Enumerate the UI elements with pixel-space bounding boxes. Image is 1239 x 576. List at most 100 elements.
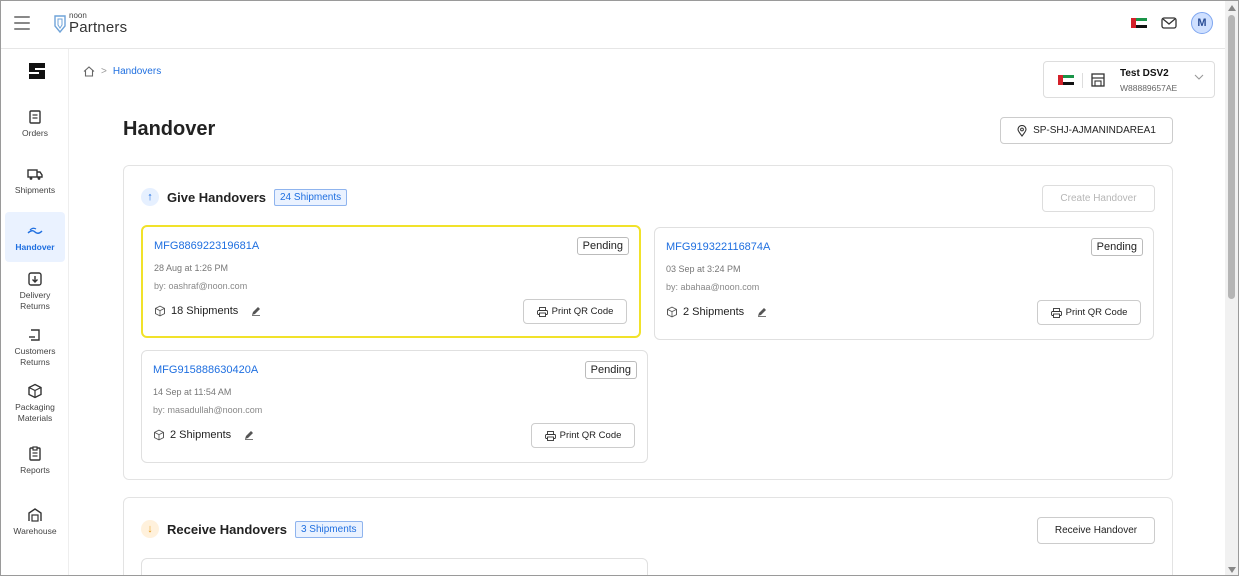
shipments-count: 2 Shipments <box>683 306 745 318</box>
printer-icon <box>536 306 548 317</box>
brand-logo-icon <box>29 63 45 79</box>
handover-date: 03 Sep at 3:24 PM <box>666 264 741 274</box>
sidebar: Orders Shipments Handover Delivery Retur… <box>1 49 69 575</box>
shipments-summary: 2 Shipments <box>153 429 254 441</box>
package-icon <box>154 429 164 441</box>
breadcrumb-separator: > <box>101 66 107 77</box>
handover-date: 14 Sep at 11:54 AM <box>153 387 232 397</box>
sidebar-item-handover[interactable]: Handover <box>5 212 65 262</box>
sidebar-item-label: Reports <box>20 465 50 475</box>
print-qr-label: Print QR Code <box>559 430 622 441</box>
receive-handovers-panel: ↓ Receive Handovers 3 Shipments Receive … <box>123 497 1173 575</box>
shipments-count: 18 Shipments <box>171 305 239 317</box>
handover-id-link[interactable]: MFG915888630420A <box>153 364 258 376</box>
app-logo: noon Partners <box>69 12 127 36</box>
store-selector[interactable]: Test DSV2 W88889657AE <box>1043 61 1215 98</box>
handover-icon <box>27 227 43 234</box>
shipments-summary: 2 Shipments <box>666 306 767 318</box>
shipments-count: 2 Shipments <box>170 429 232 441</box>
sidebar-item-label: Packaging Materials <box>15 402 55 424</box>
sidebar-item-delivery-returns[interactable]: Delivery Returns <box>5 271 65 312</box>
sidebar-item-orders[interactable]: Orders <box>5 109 65 139</box>
app-window: noon Partners M Orders Shipments Handove… <box>0 0 1239 576</box>
handover-creator: by: masadullah@noon.com <box>153 405 263 415</box>
edit-pencil-icon[interactable] <box>244 430 254 440</box>
customer-returns-icon <box>29 329 40 341</box>
vertical-scrollbar[interactable] <box>1225 1 1238 575</box>
handover-creator: by: abahaa@noon.com <box>666 282 760 292</box>
handover-creator: by: oashraf@noon.com <box>154 281 248 291</box>
handover-card[interactable]: MFG886922319681A Pending 28 Aug at 1:26 … <box>141 225 641 338</box>
location-button[interactable]: SP-SHJ-AJMANINDAREA1 <box>1000 117 1173 144</box>
handover-date: 28 Aug at 1:26 PM <box>154 263 229 273</box>
handover-card[interactable]: MFG919322116874A Pending 03 Sep at 3:24 … <box>654 227 1154 340</box>
status-badge: Pending <box>576 237 629 255</box>
uae-flag-icon <box>1058 75 1074 85</box>
reports-icon <box>29 446 41 461</box>
handover-card[interactable]: MFG915888630420A Pending 14 Sep at 11:54… <box>141 350 648 463</box>
printer-icon <box>1050 307 1062 318</box>
sidebar-item-packaging-materials[interactable]: Packaging Materials <box>5 383 65 424</box>
noon-partners-logo-icon <box>54 15 66 34</box>
breadcrumb: > Handovers <box>83 66 161 77</box>
orders-icon <box>29 110 41 124</box>
menu-icon[interactable] <box>14 16 30 30</box>
printer-icon <box>544 430 556 441</box>
location-pin-icon <box>1017 124 1027 137</box>
print-qr-label: Print QR Code <box>1065 307 1128 318</box>
package-icon <box>155 305 165 317</box>
delivery-returns-icon <box>28 272 42 286</box>
receive-handovers-title: Receive Handovers <box>167 521 287 537</box>
handover-id-link[interactable]: MFG886922319681A <box>154 240 259 252</box>
handover-id-link[interactable]: MFG919322116874A <box>666 241 770 253</box>
store-name: Test DSV2 <box>1120 68 1169 79</box>
handover-card[interactable] <box>141 558 648 575</box>
divider <box>1082 73 1083 88</box>
mail-icon[interactable] <box>1161 17 1177 29</box>
warehouse-icon <box>28 508 42 522</box>
package-icon <box>28 383 42 399</box>
sidebar-item-label: Customers Returns <box>14 346 56 368</box>
print-qr-button[interactable]: Print QR Code <box>531 423 635 448</box>
scrollbar-thumb[interactable] <box>1228 15 1235 299</box>
location-label: SP-SHJ-AJMANINDAREA1 <box>1033 125 1156 136</box>
edit-pencil-icon[interactable] <box>757 307 767 317</box>
sidebar-item-label: Delivery Returns <box>19 290 51 312</box>
top-bar: noon Partners M <box>1 1 1227 49</box>
status-badge: Pending <box>1090 238 1143 256</box>
home-icon[interactable] <box>83 66 95 77</box>
edit-pencil-icon[interactable] <box>251 306 261 316</box>
shipments-count-badge: 3 Shipments <box>294 520 363 538</box>
sidebar-item-customers-returns[interactable]: Customers Returns <box>5 327 65 368</box>
arrow-down-icon: ↓ <box>141 520 159 538</box>
user-avatar[interactable]: M <box>1191 12 1213 34</box>
uae-flag-icon[interactable] <box>1131 18 1147 28</box>
chevron-down-icon <box>1194 74 1204 80</box>
give-handovers-title: Give Handovers <box>167 189 266 205</box>
store-icon <box>1091 73 1105 87</box>
scroll-up-icon[interactable] <box>1228 5 1236 11</box>
breadcrumb-current[interactable]: Handovers <box>113 66 161 77</box>
scroll-down-icon[interactable] <box>1228 567 1236 573</box>
sidebar-item-label: Warehouse <box>13 526 57 536</box>
print-qr-button[interactable]: Print QR Code <box>523 299 627 324</box>
sidebar-item-label: Shipments <box>14 185 56 195</box>
status-badge: Pending <box>584 361 637 379</box>
sidebar-item-label: Handover <box>15 242 55 252</box>
truck-icon <box>27 169 43 180</box>
shipments-summary: 18 Shipments <box>154 305 261 317</box>
give-handovers-panel: ↑ Give Handovers 24 Shipments Create Han… <box>123 165 1173 480</box>
sidebar-item-reports[interactable]: Reports <box>5 446 65 476</box>
receive-handover-button[interactable]: Receive Handover <box>1037 517 1155 544</box>
package-icon <box>667 306 677 318</box>
sidebar-item-shipments[interactable]: Shipments <box>5 166 65 196</box>
store-id: W88889657AE <box>1120 83 1178 93</box>
main-content: > Handovers Test DSV2 W88889657AE Handov… <box>69 49 1227 575</box>
print-qr-button[interactable]: Print QR Code <box>1037 300 1141 325</box>
sidebar-item-warehouse[interactable]: Warehouse <box>5 507 65 537</box>
create-handover-button[interactable]: Create Handover <box>1042 185 1155 212</box>
shipments-count-badge: 24 Shipments <box>274 188 348 206</box>
arrow-up-icon: ↑ <box>141 188 159 206</box>
sidebar-item-label: Orders <box>22 128 48 138</box>
page-title: Handover <box>123 118 216 140</box>
